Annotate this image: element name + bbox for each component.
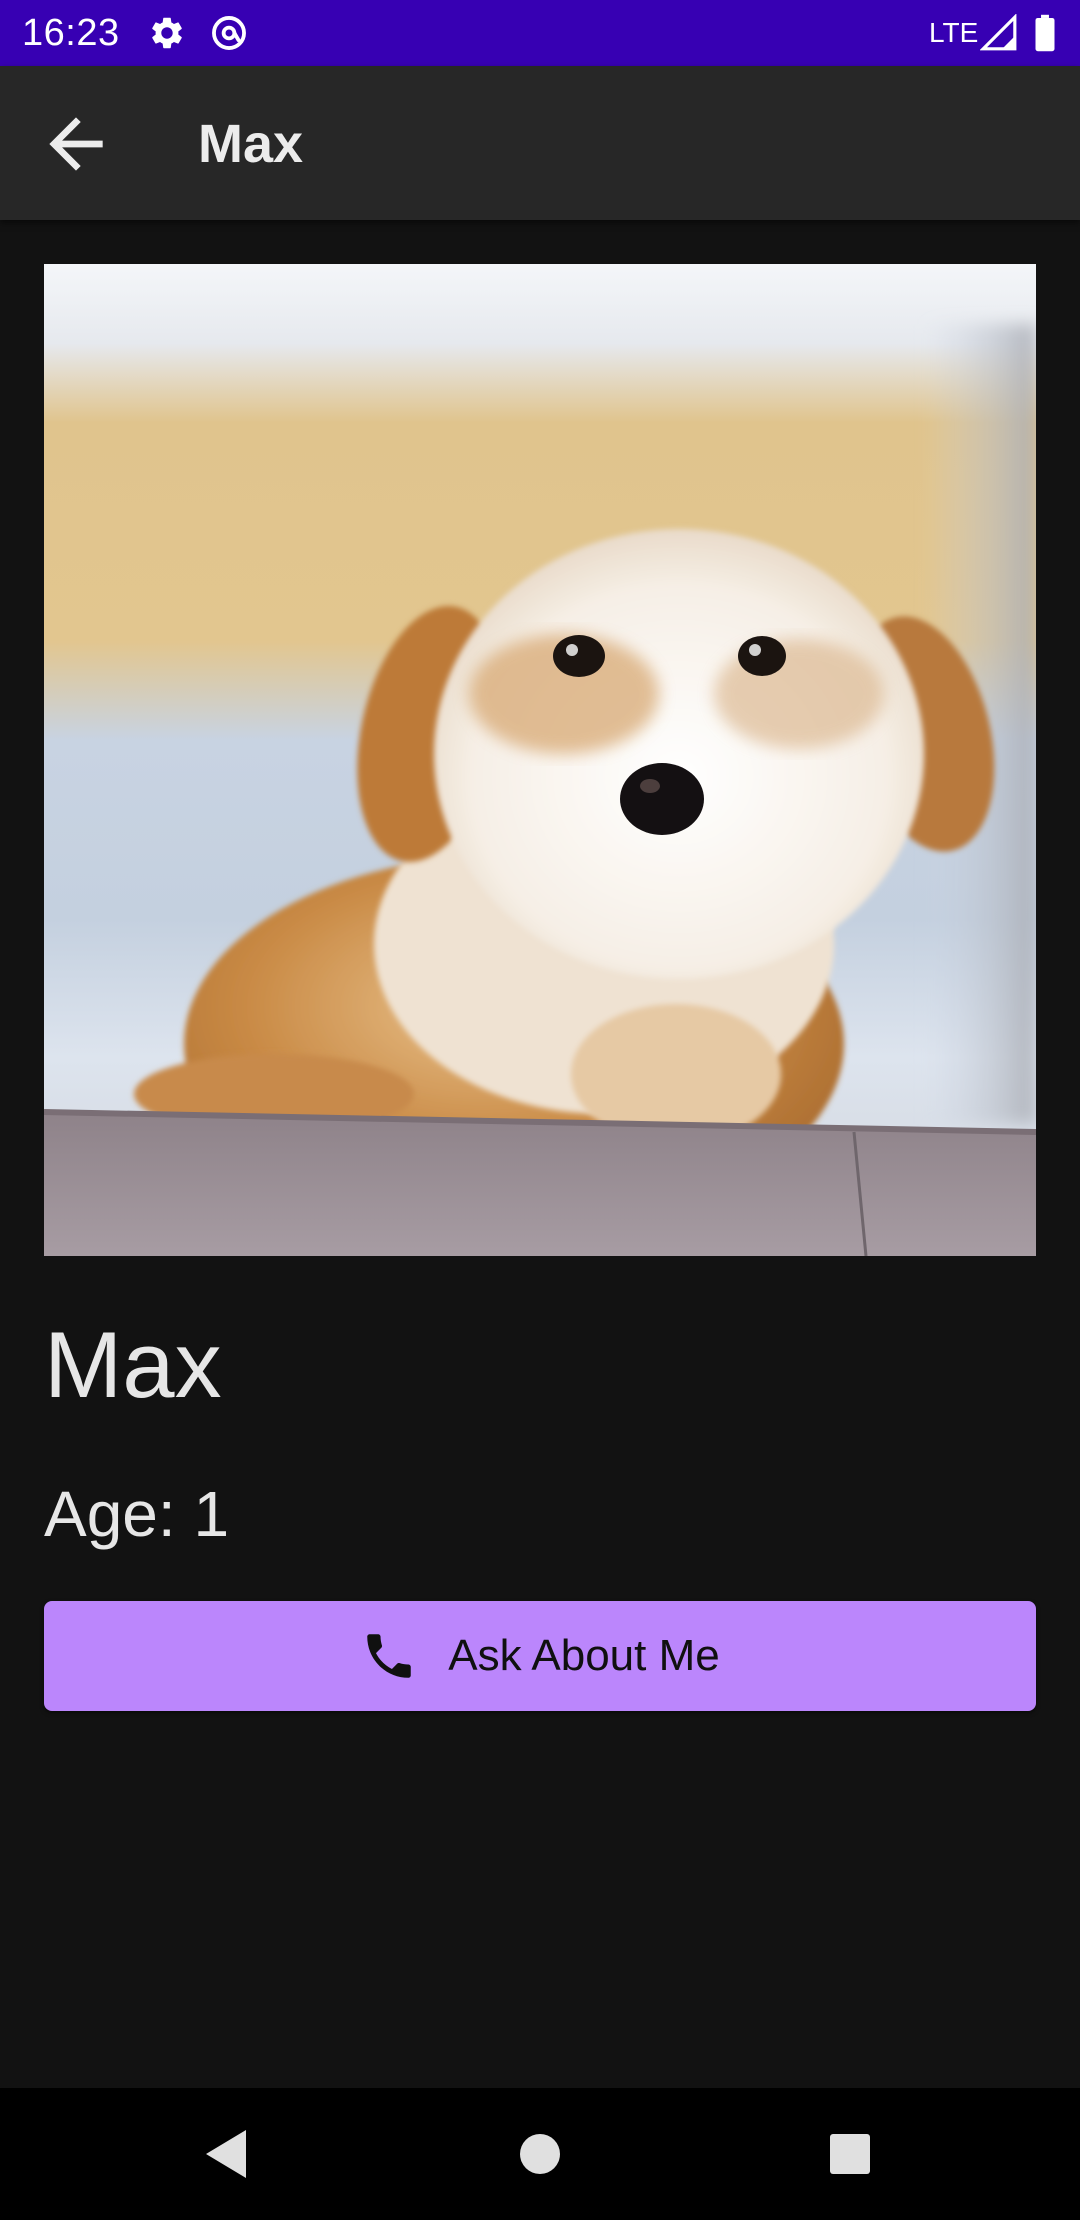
arrow-left-icon [49,117,103,171]
nav-recents-button[interactable] [784,2088,916,2220]
status-bar: 16:23 LTE [0,0,1080,66]
puppy-photo [44,264,1036,1256]
ask-about-me-button[interactable]: Ask About Me [44,1601,1036,1711]
nav-home-button[interactable] [474,2088,606,2220]
home-circle-icon [520,2134,560,2174]
signal-icon [980,14,1018,52]
battery-icon [1030,14,1060,52]
nav-back-button[interactable] [160,2088,292,2220]
ask-about-me-label: Ask About Me [448,1631,720,1680]
at-sign-icon [210,14,248,52]
gear-icon [148,14,186,52]
network-type: LTE [929,17,979,48]
pet-age: Age: 1 [44,1478,230,1550]
phone-icon [360,1627,418,1685]
system-nav-bar [0,2088,1080,2220]
back-triangle-icon [206,2130,246,2178]
status-time: 16:23 [22,12,120,54]
back-button[interactable] [36,104,116,184]
recents-square-icon [830,2134,870,2174]
page-title: Max [198,114,304,174]
pet-name: Max [44,1312,222,1417]
app-bar: Max [0,66,1080,220]
